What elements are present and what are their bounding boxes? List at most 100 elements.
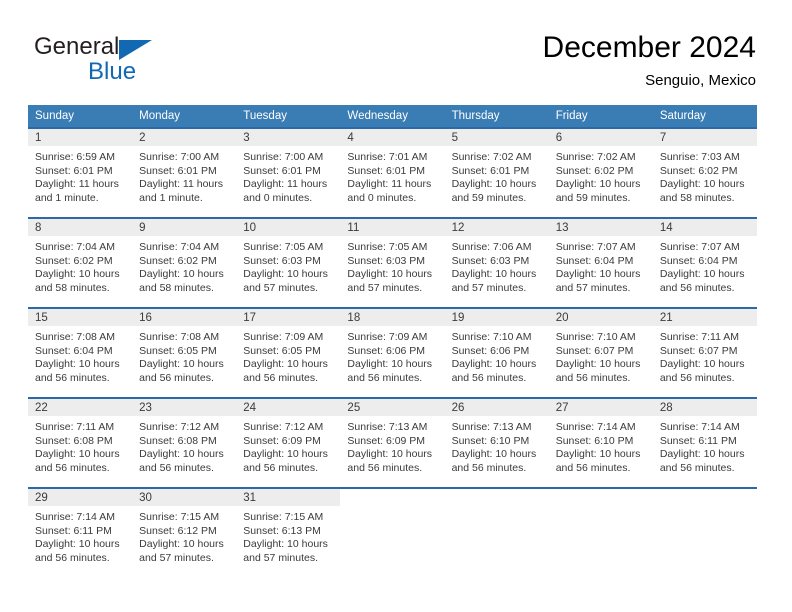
day-number: 15 xyxy=(28,309,133,326)
title-block: December 2024 Senguio, Mexico xyxy=(543,30,756,92)
calendar-day-cell[interactable]: 13 Sunrise: 7:07 AM Sunset: 6:04 PM Dayligh… xyxy=(548,217,653,307)
sunrise-time: Sunrise: 7:03 AM xyxy=(659,151,740,163)
day-number: 26 xyxy=(444,399,549,416)
sunset-time: Sunset: 6:12 PM xyxy=(139,524,217,537)
day-details: Sunrise: 7:03 AM Sunset: 6:02 PM Daylight:… xyxy=(653,146,757,205)
calendar-day-cell[interactable]: 3 Sunrise: 7:00 AM Sunset: 6:01 PM Daylight… xyxy=(236,127,341,217)
calendar-day-cell[interactable]: 1 Sunrise: 6:59 AM Sunset: 6:01 PM Daylight… xyxy=(28,127,133,217)
sunrise-time: Sunrise: 7:02 AM xyxy=(555,151,636,163)
sunrise-time: Sunrise: 7:11 AM xyxy=(35,421,115,433)
sunrise-time: Sunrise: 7:01 AM xyxy=(347,151,428,163)
calendar-day-cell[interactable]: 26 Sunrise: 7:13 AM Sunset: 6:10 PM Dayligh… xyxy=(444,397,549,487)
calendar-day-cell[interactable]: 25 Sunrise: 7:13 AM Sunset: 6:09 PM Dayligh… xyxy=(340,397,445,487)
calendar-day-cell[interactable]: 7 Sunrise: 7:03 AM Sunset: 6:02 PM Daylight… xyxy=(652,127,757,217)
calendar-day-cell[interactable]: 22 Sunrise: 7:11 AM Sunset: 6:08 PM Dayligh… xyxy=(28,397,133,487)
calendar-day-cell[interactable]: 16 Sunrise: 7:08 AM Sunset: 6:05 PM Dayligh… xyxy=(132,307,237,397)
day-details: Sunrise: 7:05 AM Sunset: 6:03 PM Daylight:… xyxy=(340,236,444,295)
calendar-week-row: 1 Sunrise: 6:59 AM Sunset: 6:01 PM Daylight… xyxy=(28,127,757,217)
sunrise-time: Sunrise: 7:09 AM xyxy=(243,331,324,343)
daylight-duration-line2: and 59 minutes. xyxy=(555,191,631,204)
daylight-duration-line1: Daylight: 11 hours xyxy=(139,178,223,191)
calendar-day-cell[interactable]: 19 Sunrise: 7:10 AM Sunset: 6:06 PM Dayligh… xyxy=(444,307,549,397)
day-number: 23 xyxy=(132,399,237,416)
sunrise-time: Sunrise: 7:11 AM xyxy=(659,331,740,343)
calendar-day-cell[interactable]: 27 Sunrise: 7:14 AM Sunset: 6:10 PM Dayligh… xyxy=(548,397,653,487)
calendar-day-cell[interactable]: 8 Sunrise: 7:04 AM Sunset: 6:02 PM Daylight… xyxy=(28,217,133,307)
daylight-duration-line1: Daylight: 10 hours xyxy=(659,358,745,371)
day-number: 2 xyxy=(132,129,237,146)
calendar-day-cell[interactable]: 10 Sunrise: 7:05 AM Sunset: 6:03 PM Dayligh… xyxy=(236,217,341,307)
calendar-day-cell[interactable]: 17 Sunrise: 7:09 AM Sunset: 6:05 PM Dayligh… xyxy=(236,307,341,397)
sunset-time: Sunset: 6:01 PM xyxy=(35,164,113,177)
daylight-duration-line2: and 56 minutes. xyxy=(35,371,110,384)
day-details: Sunrise: 7:12 AM Sunset: 6:08 PM Daylight:… xyxy=(132,416,236,475)
calendar-day-cell[interactable]: 12 Sunrise: 7:06 AM Sunset: 6:03 PM Dayligh… xyxy=(444,217,549,307)
day-number: 11 xyxy=(340,219,445,236)
calendar-day-cell[interactable]: 14 Sunrise: 7:07 AM Sunset: 6:04 PM Dayligh… xyxy=(652,217,757,307)
day-number: 29 xyxy=(28,489,133,506)
calendar-day-cell[interactable]: 5 Sunrise: 7:02 AM Sunset: 6:01 PM Daylight… xyxy=(444,127,549,217)
day-details: Sunrise: 7:14 AM Sunset: 6:10 PM Daylight:… xyxy=(549,416,653,475)
sunset-time: Sunset: 6:03 PM xyxy=(347,254,426,267)
daylight-duration-line2: and 57 minutes. xyxy=(243,551,318,564)
sunrise-time: Sunrise: 7:08 AM xyxy=(35,331,115,343)
day-number: 12 xyxy=(444,219,549,236)
daylight-duration-line2: and 56 minutes. xyxy=(243,461,318,474)
calendar-week-row: 15 Sunrise: 7:08 AM Sunset: 6:04 PM Dayligh… xyxy=(28,307,757,397)
day-details: Sunrise: 7:00 AM Sunset: 6:01 PM Daylight:… xyxy=(132,146,236,205)
sunset-time: Sunset: 6:06 PM xyxy=(451,344,530,357)
calendar-day-cell[interactable]: 21 Sunrise: 7:11 AM Sunset: 6:07 PM Dayligh… xyxy=(652,307,757,397)
daylight-duration-line1: Daylight: 10 hours xyxy=(243,358,328,371)
calendar-day-cell[interactable]: 6 Sunrise: 7:02 AM Sunset: 6:02 PM Daylight… xyxy=(548,127,653,217)
daylight-duration-line1: Daylight: 10 hours xyxy=(347,358,433,371)
sunset-time: Sunset: 6:04 PM xyxy=(35,344,113,357)
daylight-duration-line2: and 57 minutes. xyxy=(347,281,423,294)
sunset-time: Sunset: 6:01 PM xyxy=(451,164,530,177)
calendar-day-cell-empty xyxy=(548,487,653,577)
calendar-day-cell[interactable]: 4 Sunrise: 7:01 AM Sunset: 6:01 PM Daylight… xyxy=(340,127,445,217)
calendar-day-cell[interactable]: 2 Sunrise: 7:00 AM Sunset: 6:01 PM Daylight… xyxy=(132,127,237,217)
daylight-duration-line2: and 57 minutes. xyxy=(555,281,631,294)
calendar-day-cell[interactable]: 29 Sunrise: 7:14 AM Sunset: 6:11 PM Dayligh… xyxy=(28,487,133,577)
calendar-day-cell[interactable]: 20 Sunrise: 7:10 AM Sunset: 6:07 PM Dayligh… xyxy=(548,307,653,397)
weekday-header-saturday: Saturday xyxy=(652,105,757,127)
daylight-duration-line2: and 56 minutes. xyxy=(139,461,214,474)
weekday-header-monday: Monday xyxy=(132,105,237,127)
general-blue-logo[interactable]: General Blue xyxy=(34,33,214,89)
calendar-header-row: Sunday Monday Tuesday Wednesday Thursday… xyxy=(28,105,757,127)
daylight-duration-line2: and 59 minutes. xyxy=(451,191,527,204)
calendar-day-cell[interactable]: 23 Sunrise: 7:12 AM Sunset: 6:08 PM Dayligh… xyxy=(132,397,237,487)
daylight-duration-line1: Daylight: 10 hours xyxy=(347,268,433,281)
day-number: 8 xyxy=(28,219,133,236)
daylight-duration-line1: Daylight: 10 hours xyxy=(451,268,537,281)
sunrise-time: Sunrise: 7:04 AM xyxy=(35,241,115,253)
daylight-duration-line2: and 56 minutes. xyxy=(555,371,631,384)
day-number: 28 xyxy=(652,399,757,416)
daylight-duration-line2: and 57 minutes. xyxy=(139,551,214,564)
sunrise-time: Sunrise: 7:13 AM xyxy=(347,421,428,433)
day-number xyxy=(652,489,757,506)
calendar-day-cell[interactable]: 9 Sunrise: 7:04 AM Sunset: 6:02 PM Daylight… xyxy=(132,217,237,307)
calendar-day-cell[interactable]: 11 Sunrise: 7:05 AM Sunset: 6:03 PM Dayligh… xyxy=(340,217,445,307)
triangle-icon xyxy=(119,40,152,60)
daylight-duration-line1: Daylight: 10 hours xyxy=(659,268,745,281)
daylight-duration-line2: and 56 minutes. xyxy=(659,281,735,294)
calendar-day-cell[interactable]: 28 Sunrise: 7:14 AM Sunset: 6:11 PM Dayligh… xyxy=(652,397,757,487)
day-details: Sunrise: 7:09 AM Sunset: 6:06 PM Daylight:… xyxy=(340,326,444,385)
weekday-header-wednesday: Wednesday xyxy=(340,105,445,127)
calendar-day-cell[interactable]: 15 Sunrise: 7:08 AM Sunset: 6:04 PM Dayligh… xyxy=(28,307,133,397)
calendar-day-cell[interactable]: 24 Sunrise: 7:12 AM Sunset: 6:09 PM Dayligh… xyxy=(236,397,341,487)
day-number: 21 xyxy=(652,309,757,326)
sunset-time: Sunset: 6:06 PM xyxy=(347,344,426,357)
daylight-duration-line1: Daylight: 10 hours xyxy=(35,268,120,281)
daylight-duration-line1: Daylight: 10 hours xyxy=(243,448,328,461)
calendar-page: General Blue December 2024 Senguio, Mexi… xyxy=(0,0,792,612)
calendar-week-row: 29 Sunrise: 7:14 AM Sunset: 6:11 PM Dayligh… xyxy=(28,487,757,577)
day-number: 20 xyxy=(548,309,653,326)
daylight-duration-line2: and 56 minutes. xyxy=(243,371,318,384)
daylight-duration-line2: and 56 minutes. xyxy=(451,371,527,384)
calendar-day-cell[interactable]: 18 Sunrise: 7:09 AM Sunset: 6:06 PM Dayligh… xyxy=(340,307,445,397)
calendar-day-cell[interactable]: 30 Sunrise: 7:15 AM Sunset: 6:12 PM Dayligh… xyxy=(132,487,237,577)
day-number: 19 xyxy=(444,309,549,326)
calendar-day-cell[interactable]: 31 Sunrise: 7:15 AM Sunset: 6:13 PM Dayligh… xyxy=(236,487,341,577)
